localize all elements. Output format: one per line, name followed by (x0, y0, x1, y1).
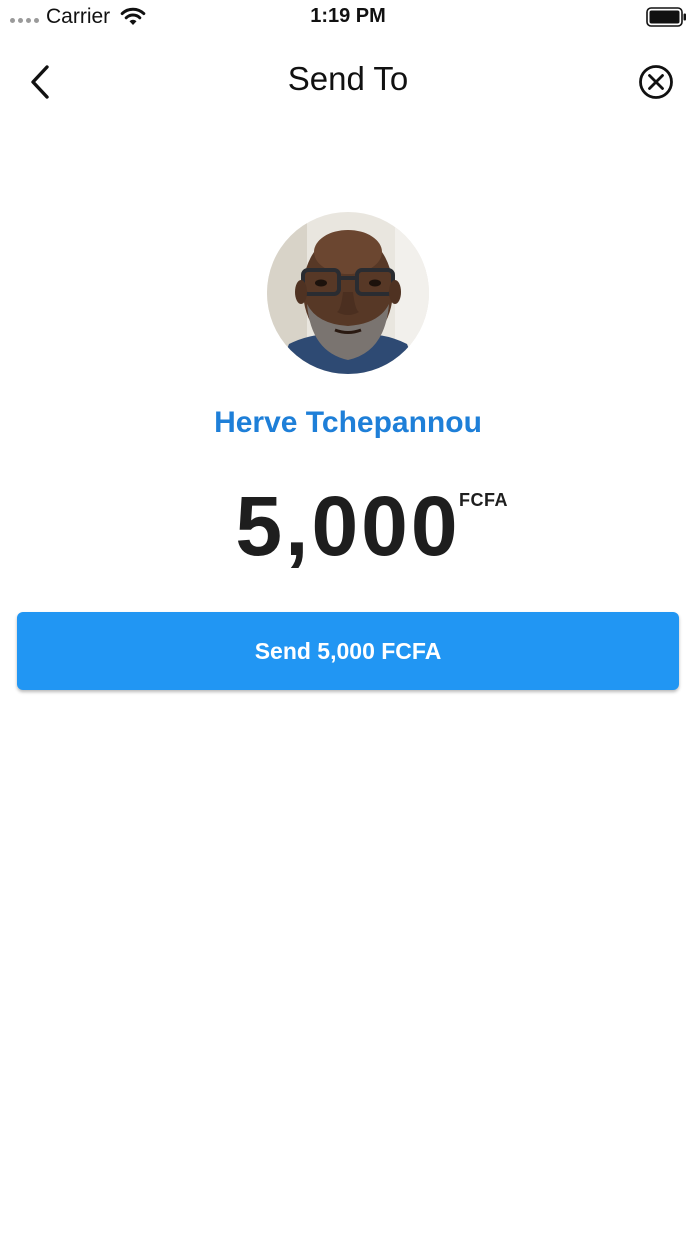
battery-icon (646, 7, 688, 32)
avatar (267, 212, 429, 374)
amount-value: 5,000 (235, 479, 461, 573)
recipient-name: Herve Tchepannou (214, 406, 482, 439)
send-button[interactable]: Send 5,000 FCFA (17, 612, 679, 690)
status-bar: Carrier 1:19 PM (0, 0, 696, 34)
page-title: Send To (287, 60, 409, 97)
clock: 1:19 PM (310, 5, 386, 27)
currency-label: FCFA (459, 490, 508, 510)
close-circle-icon (639, 65, 673, 99)
close-button[interactable] (634, 60, 678, 104)
amount-display: 5,000 FCFA (0, 478, 696, 578)
